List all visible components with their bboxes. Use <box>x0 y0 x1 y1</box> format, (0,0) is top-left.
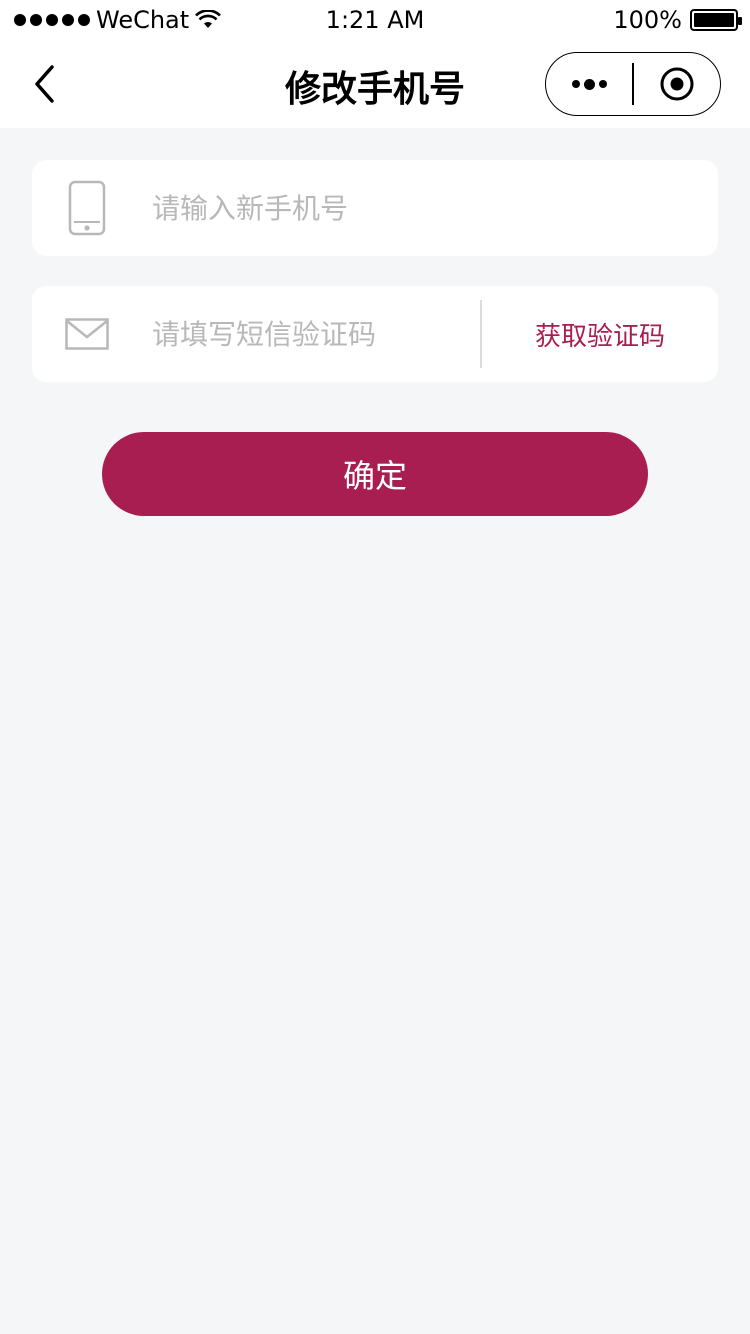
more-dots-icon-right <box>598 80 607 88</box>
menu-capsule <box>545 52 721 116</box>
mobile-phone-icon <box>64 178 110 238</box>
status-right: 100% <box>613 6 742 34</box>
confirm-button[interactable]: 确定 <box>102 432 648 516</box>
sms-code-card: 获取验证码 <box>32 286 718 382</box>
target-circle-icon <box>660 67 694 101</box>
sms-code-input[interactable] <box>152 304 472 364</box>
status-bar: WeChat 1:21 AM 100% <box>0 0 750 40</box>
more-dots-icon <box>571 80 580 88</box>
envelope-icon <box>64 304 110 364</box>
more-button[interactable] <box>546 53 632 115</box>
phone-input-card <box>32 160 718 256</box>
battery-icon <box>690 9 742 31</box>
nav-bar: 修改手机号 <box>0 40 750 128</box>
new-phone-input[interactable] <box>152 178 692 238</box>
close-miniprogram-button[interactable] <box>634 53 721 115</box>
battery-percent: 100% <box>613 6 682 34</box>
more-dots-icon-center <box>583 78 595 90</box>
get-code-button[interactable]: 获取验证码 <box>482 286 718 382</box>
